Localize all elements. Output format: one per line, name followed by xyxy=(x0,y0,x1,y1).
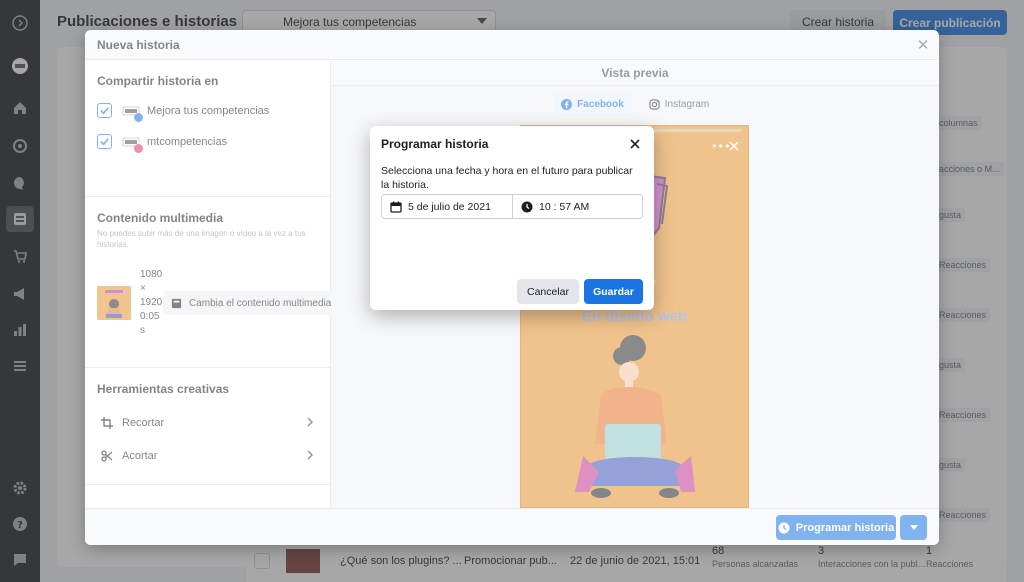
calendar-icon xyxy=(390,201,402,213)
time-picker[interactable]: 10 : 57 AM xyxy=(512,194,643,219)
date-value: 5 de julio de 2021 xyxy=(408,200,491,213)
schedule-story-dialog: Programar historia Selecciona una fecha … xyxy=(370,126,654,310)
time-value: 10 : 57 AM xyxy=(539,200,590,213)
dialog-title: Programar historia xyxy=(381,137,489,151)
dialog-description: Selecciona una fecha y hora en el futuro… xyxy=(381,165,633,191)
clock-icon xyxy=(521,201,533,212)
save-button[interactable]: Guardar xyxy=(584,279,643,304)
date-picker[interactable]: 5 de julio de 2021 xyxy=(381,194,513,219)
cancel-button[interactable]: Cancelar xyxy=(517,279,579,304)
close-icon[interactable] xyxy=(628,137,642,151)
